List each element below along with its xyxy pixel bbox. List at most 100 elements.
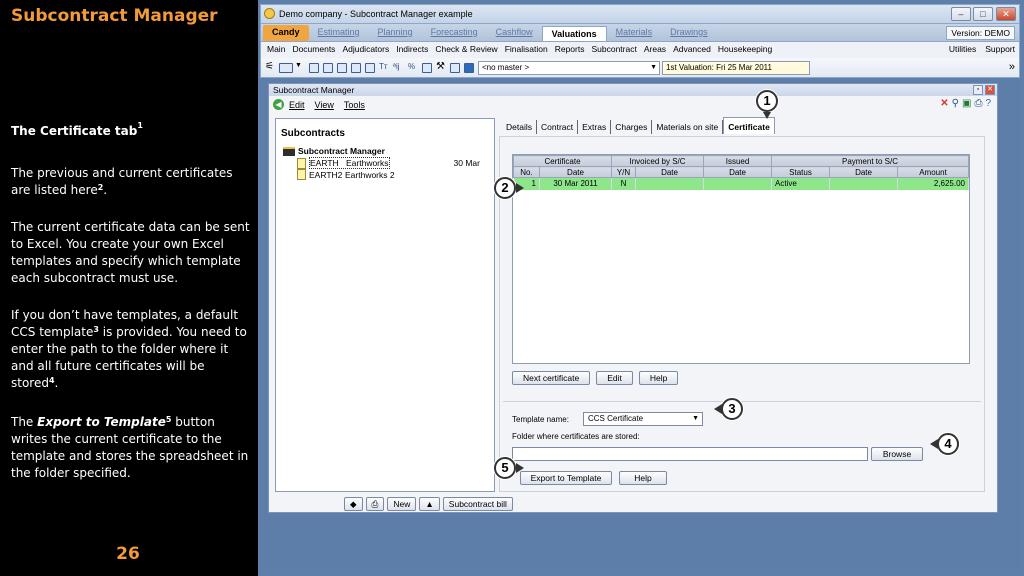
template-select[interactable]: CCS Certificate ▼	[583, 412, 703, 426]
column-header[interactable]: No.	[513, 166, 540, 178]
chevron-down-icon[interactable]: ▼	[295, 62, 302, 69]
menu-edit[interactable]: Edit	[289, 100, 305, 110]
menu-view[interactable]: View	[315, 100, 334, 110]
close-button[interactable]: ✕	[996, 7, 1016, 21]
back-arrow-icon[interactable]: ◀	[273, 99, 284, 110]
cell-status: Active	[771, 177, 831, 190]
module-forecasting[interactable]: Forecasting	[422, 25, 487, 41]
edit-button[interactable]: Edit	[596, 371, 633, 385]
t-icon[interactable]	[365, 63, 375, 73]
master-combo[interactable]: <no master > ▼	[478, 61, 660, 75]
browse-button[interactable]: Browse	[871, 447, 923, 461]
column-header[interactable]: Status	[771, 166, 831, 178]
p-icon[interactable]	[337, 63, 347, 73]
subcontract-bill-button[interactable]: Subcontract bill	[442, 497, 513, 511]
calculator-icon[interactable]	[422, 63, 432, 73]
binoculars-icon[interactable]: ⚲	[952, 98, 959, 109]
module-estimating[interactable]: Estimating	[309, 25, 369, 41]
screen-icon[interactable]	[279, 63, 293, 73]
module-materials[interactable]: Materials	[607, 25, 662, 41]
group-header: Payment to S/C	[771, 155, 969, 167]
overflow-chevron-icon[interactable]: »	[1009, 61, 1015, 73]
percent-icon[interactable]: %	[408, 62, 415, 71]
up-arrow-button[interactable]: ▲	[419, 497, 440, 511]
tab-charges[interactable]: Charges	[611, 120, 653, 134]
column-header[interactable]: Date	[829, 166, 899, 178]
module-bar: Candy Estimating Planning Forecasting Ca…	[260, 24, 1020, 42]
module-cashflow[interactable]: Cashflow	[487, 25, 542, 41]
check-icon[interactable]	[323, 63, 333, 73]
print-icon[interactable]	[450, 63, 460, 73]
document-icon	[297, 157, 306, 169]
column-header[interactable]: Date	[703, 166, 773, 178]
module-valuations[interactable]: Valuations	[541, 26, 607, 41]
menu-finalisation[interactable]: Finalisation	[505, 44, 548, 54]
module-drawings[interactable]: Drawings	[661, 25, 717, 41]
menu-adjudicators[interactable]: Adjudicators	[342, 44, 389, 54]
table-row[interactable]: 1 30 Mar 2011 N Active 2,625.00	[513, 177, 969, 190]
callout-pointer	[516, 463, 524, 473]
new-button[interactable]: New	[387, 497, 417, 511]
menu-support[interactable]: Support	[985, 44, 1015, 54]
help-button[interactable]: Help	[619, 471, 667, 485]
window-titlebar: Demo company - Subcontract Manager examp…	[260, 4, 1020, 24]
tab-materials-on-site[interactable]: Materials on site	[652, 120, 724, 134]
version-badge[interactable]: Version: DEMO	[946, 26, 1015, 40]
export-icon[interactable]	[464, 63, 474, 73]
subcontract-row[interactable]: EARTH Earthworks	[297, 157, 390, 169]
menu-housekeeping[interactable]: Housekeeping	[718, 44, 772, 54]
column-header[interactable]: Amount	[897, 166, 969, 178]
menu-advanced[interactable]: Advanced	[673, 44, 711, 54]
restore-icon[interactable]: ▫	[973, 85, 983, 95]
column-header[interactable]: Y/N	[611, 166, 637, 178]
certificate-grid: Certificate Invoiced by S/C Issued Payme…	[512, 154, 970, 364]
book-icon-button[interactable]: ◆	[344, 497, 363, 511]
tab-extras[interactable]: Extras	[578, 120, 612, 134]
subcontract-name: Earthworks 2	[345, 169, 395, 180]
certificate-tab-panel: Certificate Invoiced by S/C Issued Payme…	[499, 136, 985, 492]
menu-documents[interactable]: Documents	[292, 44, 335, 54]
subcontract-row[interactable]: EARTH2 Earthworks 2	[297, 169, 395, 180]
next-certificate-button[interactable]: Next certificate	[512, 371, 591, 385]
font-icon[interactable]: Tт	[379, 62, 388, 71]
slide-title: Subcontract Manager	[11, 6, 218, 26]
paragraph-text: The previous and current certificates ar…	[11, 166, 233, 197]
abc-icon[interactable]: ªij	[393, 62, 400, 71]
tab-certificate[interactable]: Certificate	[723, 117, 775, 134]
module-candy[interactable]: Candy	[263, 25, 309, 41]
menu-check-review[interactable]: Check & Review	[435, 44, 497, 54]
wand-icon[interactable]: ⚟	[265, 61, 274, 72]
module-planning[interactable]: Planning	[369, 25, 422, 41]
export-to-template-button[interactable]: Export to Template	[520, 471, 612, 485]
print-button[interactable]: ⎙	[365, 497, 385, 511]
tab-contract[interactable]: Contract	[537, 120, 579, 134]
excel-icon[interactable]: ▣	[962, 98, 971, 109]
menu-reports[interactable]: Reports	[555, 44, 585, 54]
delete-icon[interactable]: ✕	[940, 98, 948, 109]
help-button[interactable]: Help	[638, 371, 679, 385]
tree-root[interactable]: Subcontract Manager	[283, 146, 385, 156]
callout-5: 5	[494, 457, 516, 479]
paragraph-1: The previous and current certificates ar…	[11, 165, 251, 199]
close-icon[interactable]: ✕	[985, 85, 995, 95]
column-header[interactable]: Date	[538, 166, 613, 178]
column-header[interactable]: Date	[635, 166, 705, 178]
callout-pointer	[516, 183, 524, 193]
print-icon[interactable]: ⎙	[974, 98, 982, 109]
footnote-marker: 3	[93, 325, 99, 334]
menu-main[interactable]: Main	[267, 44, 285, 54]
tab-details[interactable]: Details	[502, 120, 537, 134]
menu-indirects[interactable]: Indirects	[396, 44, 428, 54]
maximize-button[interactable]: □	[973, 7, 993, 21]
r-icon[interactable]	[351, 63, 361, 73]
menu-areas[interactable]: Areas	[644, 44, 666, 54]
valuation-combo[interactable]: 1st Valuation: Fri 25 Mar 2011	[662, 61, 810, 75]
help-icon[interactable]: ?	[985, 98, 991, 109]
minimize-button[interactable]: –	[951, 7, 971, 21]
menu-subcontract[interactable]: Subcontract	[591, 44, 636, 54]
tools-icon[interactable]: ⚒	[436, 61, 445, 72]
folder-input[interactable]	[512, 447, 868, 461]
book-icon[interactable]	[309, 63, 319, 73]
menu-utilities[interactable]: Utilities	[949, 44, 976, 54]
menu-tools[interactable]: Tools	[344, 100, 365, 110]
